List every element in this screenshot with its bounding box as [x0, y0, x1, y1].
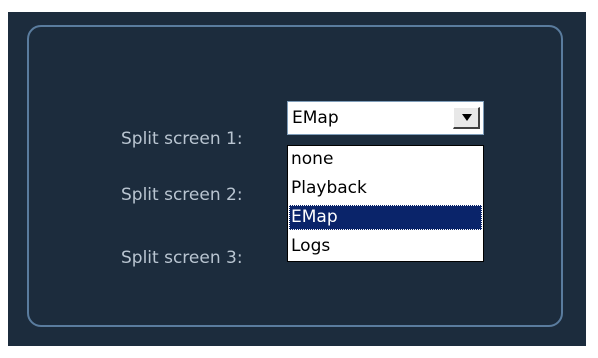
split-screen-3-label: Split screen 3: — [121, 248, 243, 268]
option-none[interactable]: none — [289, 147, 482, 172]
dropdown-arrow-icon[interactable] — [453, 107, 480, 129]
settings-panel: Split screen 1: Split screen 2: Split sc… — [8, 12, 586, 346]
option-logs[interactable]: Logs — [289, 234, 482, 259]
split-screen-2-label: Split screen 2: — [121, 185, 243, 205]
split-screen-1-options-list: none Playback EMap Logs — [287, 145, 484, 262]
split-screen-1-selected-value: EMap — [292, 108, 339, 128]
split-screen-1-label: Split screen 1: — [121, 129, 243, 149]
split-screen-1-dropdown[interactable]: EMap — [287, 101, 484, 135]
option-playback[interactable]: Playback — [289, 176, 482, 201]
option-emap[interactable]: EMap — [289, 205, 482, 230]
